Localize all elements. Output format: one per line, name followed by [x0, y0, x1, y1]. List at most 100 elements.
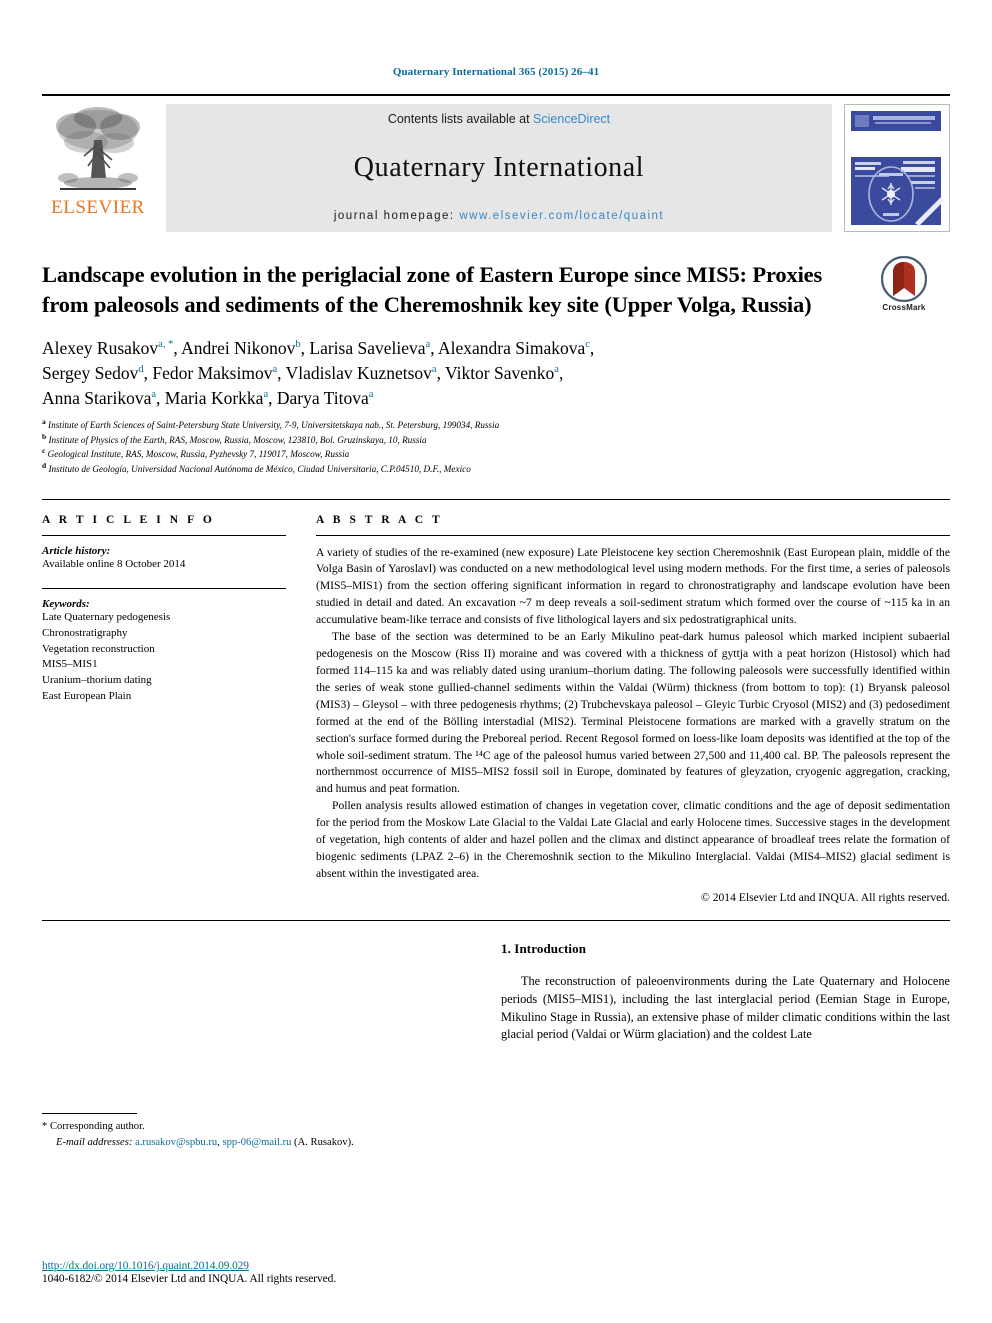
- page-title: Landscape evolution in the periglacial z…: [42, 262, 823, 317]
- journal-title: Quaternary International: [353, 152, 645, 183]
- info-divider-1: [42, 534, 286, 536]
- author-name: Alexey Rusakov: [42, 337, 159, 358]
- elsevier-logo: ELSEVIER: [42, 104, 154, 232]
- doi-link[interactable]: http://dx.doi.org/10.1016/j.quaint.2014.…: [42, 1260, 336, 1272]
- abstract-divider: [316, 534, 950, 536]
- email-link-secondary[interactable]: spp-06@mail.ru: [223, 1137, 292, 1148]
- author-item: Darya Titovaa: [277, 388, 374, 408]
- author-name: Maria Korkka: [164, 387, 264, 408]
- author-list: Alexey Rusakova, *, Andrei Nikonovb, Lar…: [42, 337, 595, 408]
- footnote-divider: [42, 1113, 137, 1115]
- author-item: Andrei Nikonovb: [181, 338, 300, 358]
- author-item: Viktor Savenkoa: [445, 363, 559, 383]
- divider-above-abstract: [42, 498, 950, 500]
- body-columns: * Corresponding author. E-mail addresses…: [42, 941, 950, 1151]
- issn-copyright-line: 1040-6182/© 2014 Elsevier Ltd and INQUA.…: [42, 1273, 337, 1285]
- author-item: Vladislav Kuznetsova: [286, 363, 437, 383]
- article-history-label: Article history:: [42, 544, 111, 557]
- email-note: E-mail addresses: a.rusakov@spbu.ru, spp…: [42, 1135, 442, 1151]
- article-history-value: Available online 8 October 2014: [42, 557, 186, 570]
- introduction-heading: 1. Introduction: [501, 940, 587, 956]
- affiliation-marker: c: [42, 446, 46, 456]
- keyword-item: Chronostratigraphy: [42, 626, 128, 639]
- author-affil-marker: d: [138, 363, 144, 375]
- author-affil-marker: a: [431, 363, 437, 375]
- affiliation-item: b Institute of Physics of the Earth, RAS…: [42, 433, 950, 448]
- introduction-paragraph: The reconstruction of paleoenvironments …: [501, 973, 950, 1042]
- elsevier-tree-icon: [56, 107, 140, 190]
- keywords-label: Keywords:: [42, 598, 90, 611]
- footer-doi-block: http://dx.doi.org/10.1016/j.quaint.2014.…: [42, 1260, 336, 1285]
- author-name: Anna Starikova: [42, 387, 152, 408]
- author-affil-marker: a, *: [158, 339, 174, 351]
- abstract-column: A B S T R A C T A variety of studies of …: [310, 514, 950, 904]
- crossmark-badge[interactable]: CrossMark: [858, 256, 950, 312]
- keyword-item: Vegetation reconstruction: [42, 642, 155, 655]
- info-divider-2: [42, 588, 286, 590]
- author-name: Alexandra Simakova: [437, 337, 586, 358]
- author-affil-marker: a: [554, 363, 559, 375]
- crossmark-icon: [881, 256, 927, 302]
- paper-page: Quaternary International 365 (2015) 26–4…: [0, 0, 992, 1323]
- affiliation-text: Instituto de Geología, Universidad Nacio…: [48, 463, 471, 474]
- author-name: Viktor Savenko: [445, 362, 555, 383]
- author-affil-marker: a: [425, 339, 431, 351]
- footnote-star: *: [42, 1121, 48, 1133]
- author-item: Alexandra Simakovac: [438, 338, 590, 358]
- abstract-heading: A B S T R A C T: [316, 513, 443, 526]
- email-link-primary[interactable]: a.rusakov@spbu.ru: [135, 1137, 217, 1148]
- affiliation-item: a Institute of Earth Sciences of Saint-P…: [42, 418, 950, 433]
- journal-band: Contents lists available at ScienceDirec…: [166, 104, 832, 232]
- affiliation-marker: d: [42, 460, 47, 470]
- journal-masthead: ELSEVIER Contents lists available at Sci…: [42, 94, 950, 232]
- abstract-paragraph: A variety of studies of the re-examined …: [316, 545, 950, 627]
- affiliation-list: a Institute of Earth Sciences of Saint-P…: [42, 418, 950, 476]
- crossmark-label: CrossMark: [882, 303, 926, 312]
- abstract-copyright: © 2014 Elsevier Ltd and INQUA. All right…: [700, 890, 950, 904]
- sciencedirect-link[interactable]: ScienceDirect: [533, 112, 610, 126]
- author-name: Larisa Savelieva: [309, 337, 426, 358]
- affiliation-text: Institute of Earth Sciences of Saint-Pet…: [48, 420, 500, 431]
- contents-prefix: Contents lists available at: [387, 112, 534, 126]
- author-affil-marker: c: [585, 339, 590, 351]
- homepage-prefix: journal homepage:: [333, 210, 460, 222]
- keyword-item: East European Plain: [42, 689, 132, 702]
- divider-below-abstract: [42, 919, 950, 921]
- author-item: Anna Starikovaa: [42, 388, 156, 408]
- author-item: Maria Korkkaa: [165, 388, 268, 408]
- journal-homepage-line: journal homepage: www.elsevier.com/locat…: [334, 210, 664, 222]
- email-addresses-label: E-mail addresses:: [56, 1137, 133, 1149]
- author-name: Vladislav Kuznetsov: [285, 362, 432, 383]
- keyword-item: Late Quaternary pedogenesis: [42, 611, 171, 624]
- cover-artwork: [845, 105, 947, 231]
- abstract-paragraph: Pollen analysis results allowed estimati…: [316, 799, 950, 881]
- corresponding-author-text: Corresponding author.: [49, 1121, 145, 1133]
- author-name: Fedor Maksimov: [152, 362, 273, 383]
- elsevier-wordmark: ELSEVIER: [51, 197, 145, 218]
- body-column-right: 1. Introduction The reconstruction of pa…: [491, 941, 950, 1151]
- author-affil-marker: a: [263, 388, 269, 400]
- abstract-body: A variety of studies of the re-examined …: [316, 545, 950, 883]
- author-affil-marker: a: [272, 363, 278, 375]
- homepage-url-link[interactable]: www.elsevier.com/locate/quaint: [459, 210, 664, 222]
- corresponding-author-note: * Corresponding author.: [42, 1119, 442, 1135]
- footnote-block: * Corresponding author. E-mail addresses…: [42, 1113, 442, 1151]
- author-item: Fedor Maksimova: [152, 363, 277, 383]
- abstract-paragraph: The base of the section was determined t…: [316, 630, 950, 796]
- journal-cover-thumbnail[interactable]: [844, 104, 950, 232]
- affiliation-text: Institute of Physics of the Earth, RAS, …: [48, 434, 427, 445]
- affiliation-item: d Instituto de Geología, Universidad Nac…: [42, 462, 950, 477]
- author-name: Darya Titova: [276, 387, 369, 408]
- title-row: Landscape evolution in the periglacial z…: [42, 256, 950, 320]
- author-item: Sergey Sedovd: [42, 363, 144, 383]
- keywords-list: Late Quaternary pedogenesis Chronostrati…: [42, 610, 286, 704]
- article-info-heading: A R T I C L E I N F O: [42, 513, 215, 526]
- author-affil-marker: b: [295, 339, 301, 351]
- author-item: Larisa Savelievaa: [309, 338, 430, 358]
- author-name: Sergey Sedov: [42, 362, 139, 383]
- author-item: Alexey Rusakova, *: [42, 338, 173, 358]
- keyword-item: MIS5–MIS1: [42, 658, 98, 671]
- keyword-item: Uranium–thorium dating: [42, 673, 152, 686]
- affiliation-item: c Geological Institute, RAS, Moscow, Rus…: [42, 447, 950, 462]
- author-affil-marker: a: [368, 388, 374, 400]
